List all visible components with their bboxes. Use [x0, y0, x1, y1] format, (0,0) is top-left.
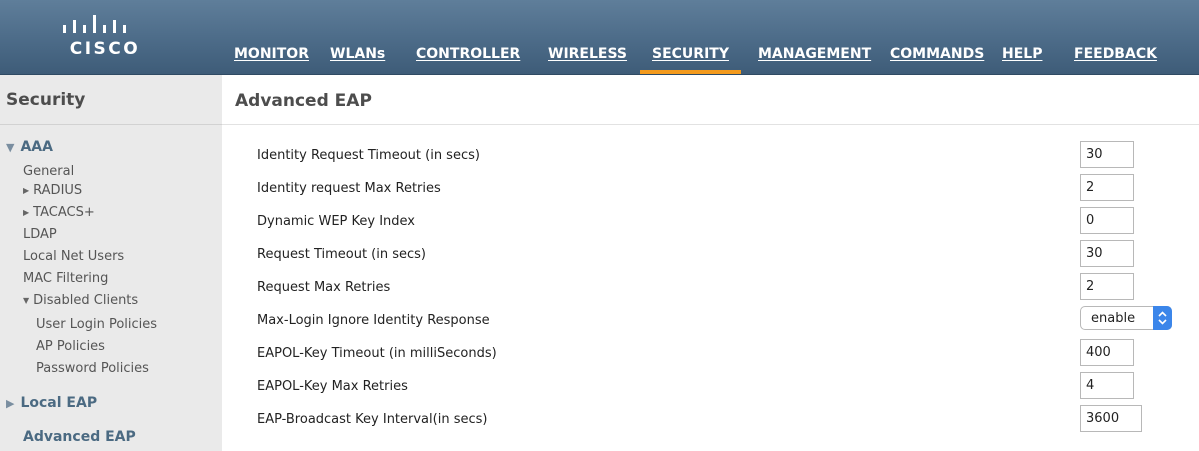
sidebar-group-aaa[interactable]: ▼ AAA	[6, 139, 53, 155]
sidebar-item-mac-filtering[interactable]: MAC Filtering	[23, 271, 108, 286]
eapol-key-max-retries-input[interactable]: 4	[1080, 372, 1134, 399]
sidebar-item-user-login-policies[interactable]: User Login Policies	[36, 317, 157, 332]
title-divider	[222, 124, 1199, 125]
sidebar-item-password-policies[interactable]: Password Policies	[36, 361, 149, 376]
eap-broadcast-key-interval-input[interactable]: 3600	[1080, 405, 1142, 432]
eapol-key-timeout-input[interactable]: 400	[1080, 339, 1134, 366]
eapol-key-max-retries-label: EAPOL-Key Max Retries	[257, 379, 408, 394]
identity-request-timeout-input[interactable]: 30	[1080, 141, 1134, 168]
sidebar-group-local-eap[interactable]: ▶ Local EAP	[6, 395, 97, 411]
nav-wlans[interactable]: WLANs	[318, 40, 397, 74]
sidebar-item-radius-label: RADIUS	[33, 183, 83, 198]
max-login-ignore-identity-response-label: Max-Login Ignore Identity Response	[257, 313, 490, 328]
identity-request-timeout-label: Identity Request Timeout (in secs)	[257, 148, 480, 163]
request-max-retries-input[interactable]: 2	[1080, 273, 1134, 300]
identity-request-max-retries-input[interactable]: 2	[1080, 174, 1134, 201]
request-timeout-label: Request Timeout (in secs)	[257, 247, 426, 262]
request-timeout-input[interactable]: 30	[1080, 240, 1134, 267]
sidebar-group-advanced-eap[interactable]: Advanced EAP	[23, 429, 136, 445]
eapol-key-timeout-label: EAPOL-Key Timeout (in milliSeconds)	[257, 346, 497, 361]
nav-help[interactable]: HELP	[990, 40, 1054, 74]
top-header: CISCO MONITOR WLANs CONTROLLER WIRELESS …	[0, 0, 1199, 75]
collapsed-arrow-icon: ▶	[23, 208, 30, 217]
nav-feedback[interactable]: FEEDBACK	[1062, 40, 1169, 74]
dynamic-wep-key-index-label: Dynamic WEP Key Index	[257, 214, 415, 229]
eap-broadcast-key-interval-label: EAP-Broadcast Key Interval(in secs)	[257, 412, 488, 427]
sidebar-item-radius[interactable]: ▶ RADIUS	[23, 183, 82, 198]
max-login-ignore-identity-response-select[interactable]: enable	[1080, 306, 1172, 330]
collapsed-arrow-icon: ▶	[23, 186, 30, 195]
nav-commands[interactable]: COMMANDS	[878, 40, 996, 74]
sidebar-item-disabled-clients[interactable]: ▼ Disabled Clients	[23, 293, 138, 308]
nav-wireless[interactable]: WIRELESS	[536, 40, 639, 74]
sidebar-item-local-net-users[interactable]: Local Net Users	[23, 249, 124, 264]
sidebar-item-tacacs[interactable]: ▶ TACACS+	[23, 205, 95, 220]
sidebar-group-aaa-label: AAA	[20, 139, 53, 155]
sidebar-item-general[interactable]: General	[23, 164, 74, 179]
expanded-arrow-icon: ▼	[23, 296, 30, 305]
nav-monitor[interactable]: MONITOR	[222, 40, 321, 74]
sidebar-group-local-eap-label: Local EAP	[20, 395, 98, 411]
sidebar-title: Security	[6, 90, 86, 110]
dynamic-wep-key-index-input[interactable]: 0	[1080, 207, 1134, 234]
identity-request-max-retries-label: Identity request Max Retries	[257, 181, 441, 196]
expanded-arrow-icon: ▼	[6, 141, 15, 154]
cisco-logo: CISCO	[55, 14, 165, 64]
cisco-wordmark: CISCO	[69, 39, 141, 59]
nav-security[interactable]: SECURITY	[640, 40, 741, 74]
sidebar-item-ap-policies[interactable]: AP Policies	[36, 339, 105, 354]
sidebar-item-disabled-clients-label: Disabled Clients	[33, 293, 139, 308]
sidebar-item-tacacs-label: TACACS+	[33, 205, 95, 220]
cisco-bars-icon	[63, 15, 126, 33]
page-title: Advanced EAP	[235, 91, 372, 111]
nav-management[interactable]: MANAGEMENT	[746, 40, 883, 74]
request-max-retries-label: Request Max Retries	[257, 280, 391, 295]
sidebar-item-ldap[interactable]: LDAP	[23, 227, 57, 242]
sidebar-divider	[0, 124, 222, 125]
collapsed-arrow-icon: ▶	[6, 397, 15, 410]
select-stepper-icon	[1153, 306, 1172, 330]
sidebar: Security ▼ AAA General ▶ RADIUS ▶ TACACS+ L…	[0, 75, 222, 451]
select-value: enable	[1091, 311, 1136, 326]
nav-controller[interactable]: CONTROLLER	[404, 40, 532, 74]
